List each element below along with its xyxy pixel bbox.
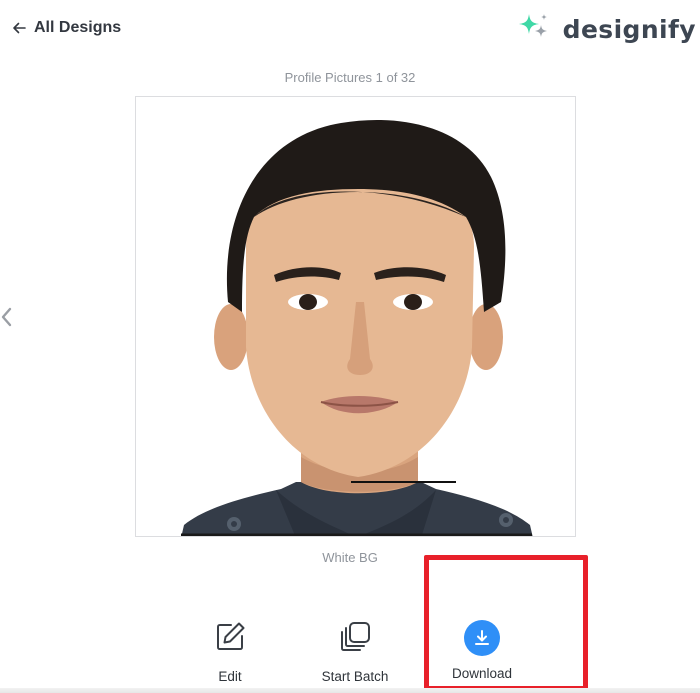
- stack-icon: [338, 620, 372, 659]
- start-batch-label: Start Batch: [321, 669, 389, 684]
- edit-label: Edit: [218, 669, 242, 684]
- page: All Designs designify Profile Pictures 1…: [0, 0, 700, 693]
- back-link-label: All Designs: [34, 19, 122, 36]
- edit-icon: [213, 620, 247, 659]
- gallery-counter: Profile Pictures 1 of 32: [284, 70, 416, 85]
- bottom-edge: [0, 688, 700, 693]
- portrait-illustration: [136, 97, 575, 536]
- brand-logo[interactable]: designify: [517, 12, 696, 47]
- download-label: Download: [451, 666, 513, 681]
- image-caption: White BG: [322, 550, 378, 565]
- sparkle-icon: [517, 12, 551, 47]
- chevron-left-icon: [0, 307, 12, 332]
- arrow-left-icon: [12, 21, 26, 35]
- back-to-all-designs-link[interactable]: All Designs: [12, 19, 121, 37]
- profile-photo: [135, 96, 576, 537]
- brand-name: designify: [562, 15, 696, 44]
- start-batch-button[interactable]: Start Batch: [310, 620, 400, 684]
- download-icon: [464, 620, 500, 656]
- edit-button[interactable]: Edit: [198, 620, 262, 684]
- previous-image-button[interactable]: [0, 306, 12, 333]
- download-button[interactable]: Download: [440, 620, 524, 681]
